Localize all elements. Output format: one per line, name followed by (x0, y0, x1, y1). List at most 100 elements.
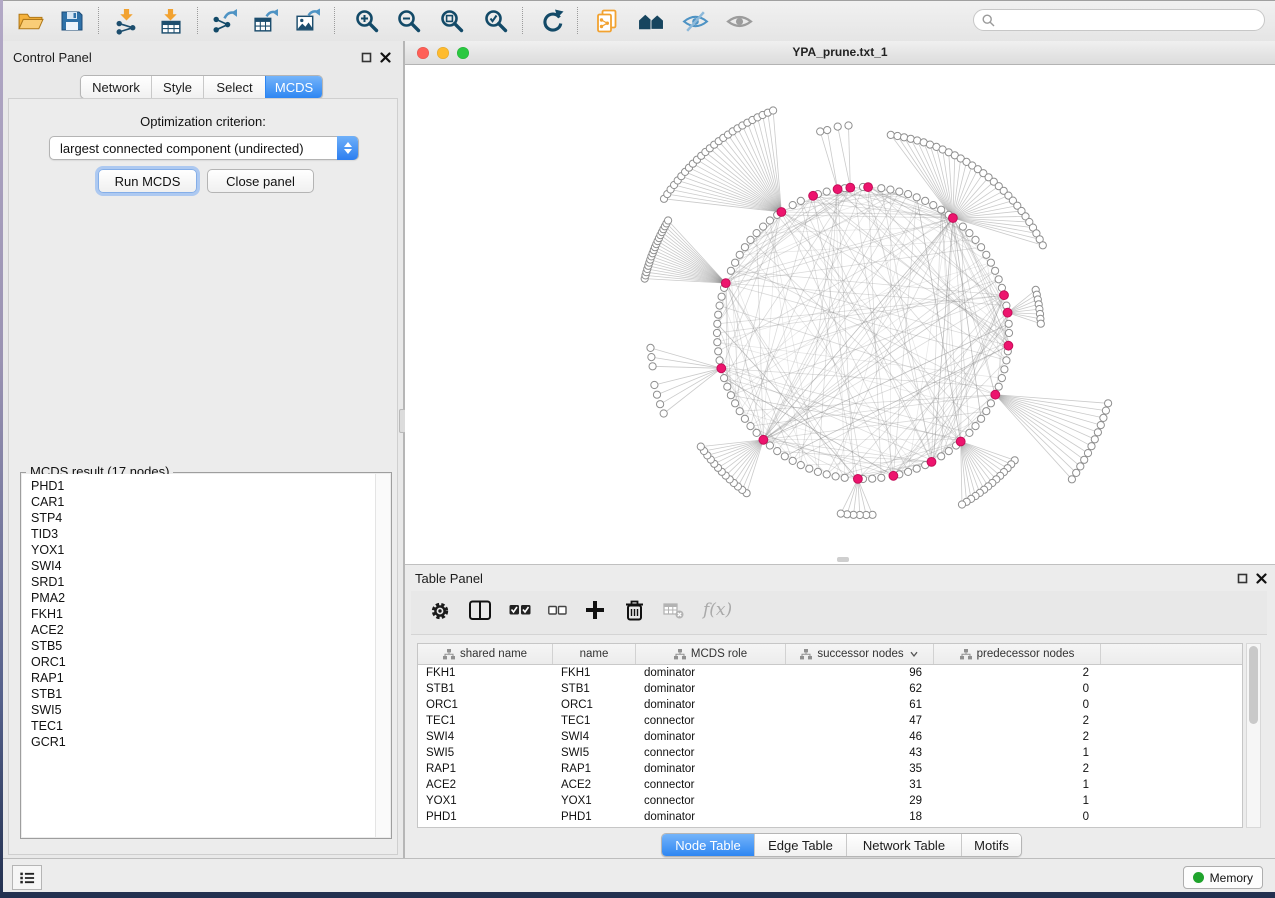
node[interactable] (660, 410, 667, 417)
node[interactable] (1001, 366, 1008, 373)
node[interactable] (753, 230, 760, 237)
node[interactable] (894, 132, 901, 139)
import-network-button[interactable] (107, 4, 145, 38)
node[interactable] (653, 391, 660, 398)
close-panel-action-button[interactable]: Close panel (207, 169, 314, 193)
node[interactable] (657, 401, 664, 408)
node[interactable] (724, 383, 731, 390)
node[interactable] (814, 468, 821, 475)
node[interactable] (878, 185, 885, 192)
node[interactable] (715, 311, 722, 318)
table-row[interactable]: ACE2ACE2connector311 (418, 777, 1242, 793)
deselect-all-button[interactable] (548, 601, 567, 625)
table-row[interactable]: TEC1TEC1connector472 (418, 713, 1242, 729)
node[interactable] (983, 408, 990, 415)
node[interactable] (966, 230, 973, 237)
node[interactable] (741, 415, 748, 422)
node[interactable] (978, 244, 985, 251)
delete-column-button[interactable] (623, 598, 646, 627)
save-button[interactable] (53, 4, 91, 38)
export-image-button[interactable] (288, 4, 326, 38)
dominator-node[interactable] (777, 208, 786, 217)
zoom-in-button[interactable] (348, 4, 386, 38)
node[interactable] (714, 320, 721, 327)
node[interactable] (1088, 443, 1095, 450)
node[interactable] (845, 122, 852, 129)
node[interactable] (770, 107, 777, 114)
mcds-result-item[interactable]: YOX1 (22, 542, 376, 558)
node[interactable] (905, 191, 912, 198)
show-columns-button[interactable] (468, 598, 492, 627)
node[interactable] (718, 293, 725, 300)
node[interactable] (766, 442, 773, 449)
node[interactable] (715, 348, 722, 355)
node[interactable] (736, 408, 743, 415)
node[interactable] (972, 236, 979, 243)
node[interactable] (732, 400, 739, 407)
dominator-node[interactable] (889, 471, 898, 480)
criterion-dropdown[interactable]: largest connected component (undirected) (49, 136, 359, 160)
node[interactable] (913, 194, 920, 201)
column-header-successor-nodes[interactable]: successor nodes (786, 644, 934, 664)
node[interactable] (716, 357, 723, 364)
node[interactable] (887, 131, 894, 138)
export-network-button[interactable] (205, 4, 243, 38)
node[interactable] (797, 462, 804, 469)
node[interactable] (1097, 422, 1104, 429)
node[interactable] (727, 392, 734, 399)
node[interactable] (766, 217, 773, 224)
node[interactable] (714, 339, 721, 346)
node[interactable] (987, 259, 994, 266)
dominator-node[interactable] (1000, 291, 1009, 300)
zoom-selected-button[interactable] (477, 4, 515, 38)
mcds-result-item[interactable]: SWI5 (22, 702, 376, 718)
import-table-button[interactable] (151, 4, 189, 38)
close-panel-button[interactable] (379, 51, 392, 64)
dominator-node[interactable] (717, 364, 726, 373)
dominator-node[interactable] (949, 214, 958, 223)
node[interactable] (716, 302, 723, 309)
node[interactable] (945, 448, 952, 455)
mcds-result-item[interactable]: GCR1 (22, 734, 376, 750)
node[interactable] (1005, 320, 1012, 327)
node[interactable] (817, 128, 824, 135)
node[interactable] (938, 206, 945, 213)
mcds-result-item[interactable]: PHD1 (22, 478, 376, 494)
search-input[interactable] (995, 12, 1256, 28)
node[interactable] (1037, 320, 1044, 327)
table-row[interactable]: YOX1YOX1connector291 (418, 793, 1242, 809)
node[interactable] (958, 501, 965, 508)
node[interactable] (913, 465, 920, 472)
dominator-node[interactable] (833, 185, 842, 194)
node[interactable] (648, 354, 655, 361)
first-neighbors-button[interactable] (632, 4, 670, 38)
run-mcds-button[interactable]: Run MCDS (98, 169, 197, 193)
dominator-node[interactable] (721, 279, 730, 288)
node[interactable] (1003, 357, 1010, 364)
node[interactable] (841, 474, 848, 481)
node[interactable] (998, 375, 1005, 382)
mcds-result-item[interactable]: ACE2 (22, 622, 376, 638)
node[interactable] (983, 251, 990, 258)
hide-selected-button[interactable] (676, 4, 714, 38)
node[interactable] (992, 267, 999, 274)
node[interactable] (1005, 329, 1012, 336)
tab-mcds[interactable]: MCDS (265, 76, 322, 98)
memory-button[interactable]: Memory (1183, 866, 1263, 889)
node[interactable] (834, 123, 841, 130)
column-header-MCDS-role[interactable]: MCDS role (636, 644, 786, 664)
float-panel-button[interactable] (360, 51, 373, 64)
table-row[interactable]: FKH1FKH1dominator962 (418, 665, 1242, 681)
node[interactable] (1100, 414, 1107, 421)
dominator-node[interactable] (854, 475, 863, 484)
mcds-result-item[interactable]: RAP1 (22, 670, 376, 686)
node[interactable] (1091, 436, 1098, 443)
node[interactable] (995, 383, 1002, 390)
mcds-result-item[interactable]: TEC1 (22, 718, 376, 734)
table-scrollbar[interactable] (1246, 643, 1261, 828)
node[interactable] (987, 400, 994, 407)
node[interactable] (736, 251, 743, 258)
dominator-node[interactable] (1004, 341, 1013, 350)
dominator-node[interactable] (956, 437, 965, 446)
dominator-node[interactable] (809, 191, 818, 200)
